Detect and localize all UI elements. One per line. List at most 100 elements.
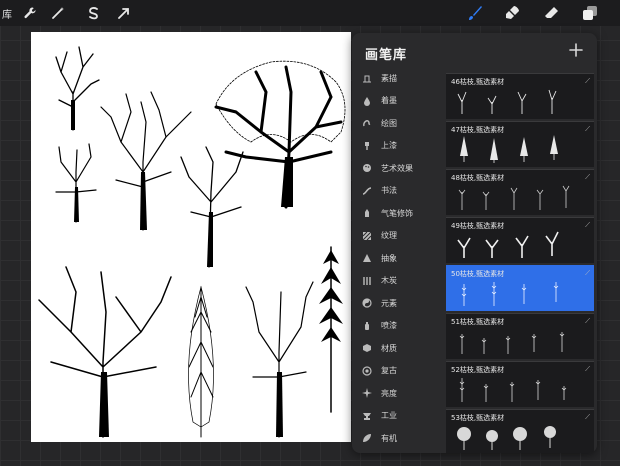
drawing-swirl-icon (361, 117, 373, 129)
brush-preview (459, 378, 567, 402)
brush-item[interactable]: 49枯枝,甄选素材 ⟋ (446, 217, 594, 263)
anvil-icon (361, 410, 373, 422)
brush-preview (457, 231, 559, 258)
category-texture[interactable]: 纹理 (352, 225, 444, 248)
brush-settings-icon[interactable]: ⟋ (585, 173, 590, 182)
brush-item[interactable]: 53枯枝,甄选素材 ⟋ (446, 409, 594, 453)
add-brush-icon[interactable] (568, 42, 584, 58)
yin-yang-icon (361, 297, 373, 309)
bare-tree-5 (245, 281, 314, 438)
brush-settings-icon[interactable]: ⟋ (585, 317, 590, 326)
tree-artwork (38, 46, 346, 438)
sketch-icon (361, 72, 373, 84)
smudge-icon[interactable] (503, 3, 523, 23)
category-retro[interactable]: 复古 (352, 360, 444, 383)
brush-preview (457, 89, 557, 114)
category-drawing[interactable]: 绘图 (352, 112, 444, 135)
category-label: 材质 (381, 343, 397, 353)
category-airbrush[interactable]: 气笔修饰 (352, 202, 444, 225)
brush-settings-icon[interactable]: ⟋ (585, 269, 590, 278)
category-label: 书法 (381, 186, 397, 196)
charcoal-icon (361, 275, 373, 287)
airbrush-icon (361, 207, 373, 219)
brush-settings-icon[interactable]: ⟋ (585, 125, 590, 134)
category-list: 素描 着墨 绘图 上漆 艺术效果 书法 气笔修饰 纹理 抽象 木炭 元素 喷漆 … (352, 67, 444, 453)
gallery-button[interactable]: 库 (2, 6, 12, 21)
category-water[interactable]: 水 (352, 450, 444, 454)
leaf-icon (361, 432, 373, 444)
transform-arrow-icon[interactable] (114, 3, 134, 23)
brush-preview (459, 332, 565, 354)
category-label: 复古 (381, 366, 397, 376)
brush-preview (460, 135, 558, 163)
sparkle-icon (361, 387, 373, 399)
category-material[interactable]: 材质 (352, 337, 444, 360)
category-label: 着墨 (381, 96, 397, 106)
category-calligraphy[interactable]: 书法 (352, 180, 444, 203)
category-label: 元素 (381, 298, 397, 308)
poplar-tree (188, 285, 214, 438)
oak-tree (214, 60, 346, 209)
category-label: 绘图 (381, 118, 397, 128)
brush-item[interactable]: 46枯枝,甄选素材 ⟋ (446, 73, 594, 119)
category-charcoal[interactable]: 木炭 (352, 270, 444, 293)
cube-icon (361, 342, 373, 354)
paint-brush-icon (361, 140, 373, 152)
category-inking[interactable]: 着墨 (352, 90, 444, 113)
brush-item[interactable]: 48枯枝,甄选素材 ⟋ (446, 169, 594, 215)
pine-tree (319, 246, 343, 413)
brush-item-selected[interactable]: 50枯枝,甄选素材 ⟋ (446, 265, 594, 311)
wrench-icon[interactable] (20, 3, 40, 23)
category-spray[interactable]: 喷漆 (352, 315, 444, 338)
brush-item[interactable]: 51枯枝,甄选素材 ⟋ (446, 313, 594, 359)
category-label: 气笔修饰 (381, 208, 413, 218)
category-label: 素描 (381, 73, 397, 83)
brush-settings-icon[interactable]: ⟋ (585, 221, 590, 230)
category-label: 艺术效果 (381, 163, 413, 173)
category-painting[interactable]: 上漆 (352, 135, 444, 158)
eraser-icon[interactable] (542, 3, 562, 23)
spray-can-icon (361, 320, 373, 332)
bare-tree-2 (100, 91, 192, 231)
triangle-icon (361, 252, 373, 264)
category-label: 亮度 (381, 388, 397, 398)
category-label: 喷漆 (381, 321, 397, 331)
brush-library-panel: 画笔库 素描 着墨 绘图 上漆 艺术效果 书法 气笔修饰 纹理 抽象 木炭 元素… (352, 33, 597, 453)
category-sketch[interactable]: 素描 (352, 67, 444, 90)
category-abstract[interactable]: 抽象 (352, 247, 444, 270)
panel-title: 画笔库 (365, 48, 408, 63)
brush-preview (457, 426, 556, 450)
category-elements[interactable]: 元素 (352, 292, 444, 315)
category-label: 有机 (381, 433, 397, 443)
brush-settings-icon[interactable]: ⟋ (585, 413, 590, 422)
brush-item[interactable]: 47枯枝,甄选素材 ⟋ (446, 121, 594, 167)
calligraphy-icon (361, 185, 373, 197)
layers-icon[interactable] (580, 3, 600, 23)
brush-icon[interactable] (465, 3, 485, 23)
category-industrial[interactable]: 工业 (352, 405, 444, 428)
drawing-canvas[interactable] (31, 32, 351, 442)
brush-list: 46枯枝,甄选素材 ⟋ 47枯枝,甄选素材 ⟋ 48枯枝,甄选素材 ⟋ 49枯枝… (446, 73, 594, 453)
spreading-tree (38, 266, 172, 438)
category-label: 抽象 (381, 253, 397, 263)
brush-item[interactable]: 52枯枝,甄选素材 ⟋ (446, 361, 594, 407)
texture-icon (361, 230, 373, 242)
bare-tree-1 (55, 46, 100, 131)
category-luminance[interactable]: 亮度 (352, 382, 444, 405)
retro-circle-icon (361, 365, 373, 377)
bare-tree-3 (55, 143, 97, 223)
category-label: 工业 (381, 411, 397, 421)
brush-preview (458, 185, 570, 210)
brush-settings-icon[interactable]: ⟋ (585, 77, 590, 86)
category-label: 木炭 (381, 276, 397, 286)
bare-tree-4 (180, 146, 244, 268)
magic-wand-icon[interactable] (48, 3, 68, 23)
category-label: 上漆 (381, 141, 397, 151)
inking-drop-icon (361, 95, 373, 107)
selection-icon[interactable] (84, 3, 104, 23)
category-label: 纹理 (381, 231, 397, 241)
category-organic[interactable]: 有机 (352, 427, 444, 450)
top-toolbar: 库 (0, 0, 620, 26)
category-artistic[interactable]: 艺术效果 (352, 157, 444, 180)
brush-settings-icon[interactable]: ⟋ (585, 365, 590, 374)
